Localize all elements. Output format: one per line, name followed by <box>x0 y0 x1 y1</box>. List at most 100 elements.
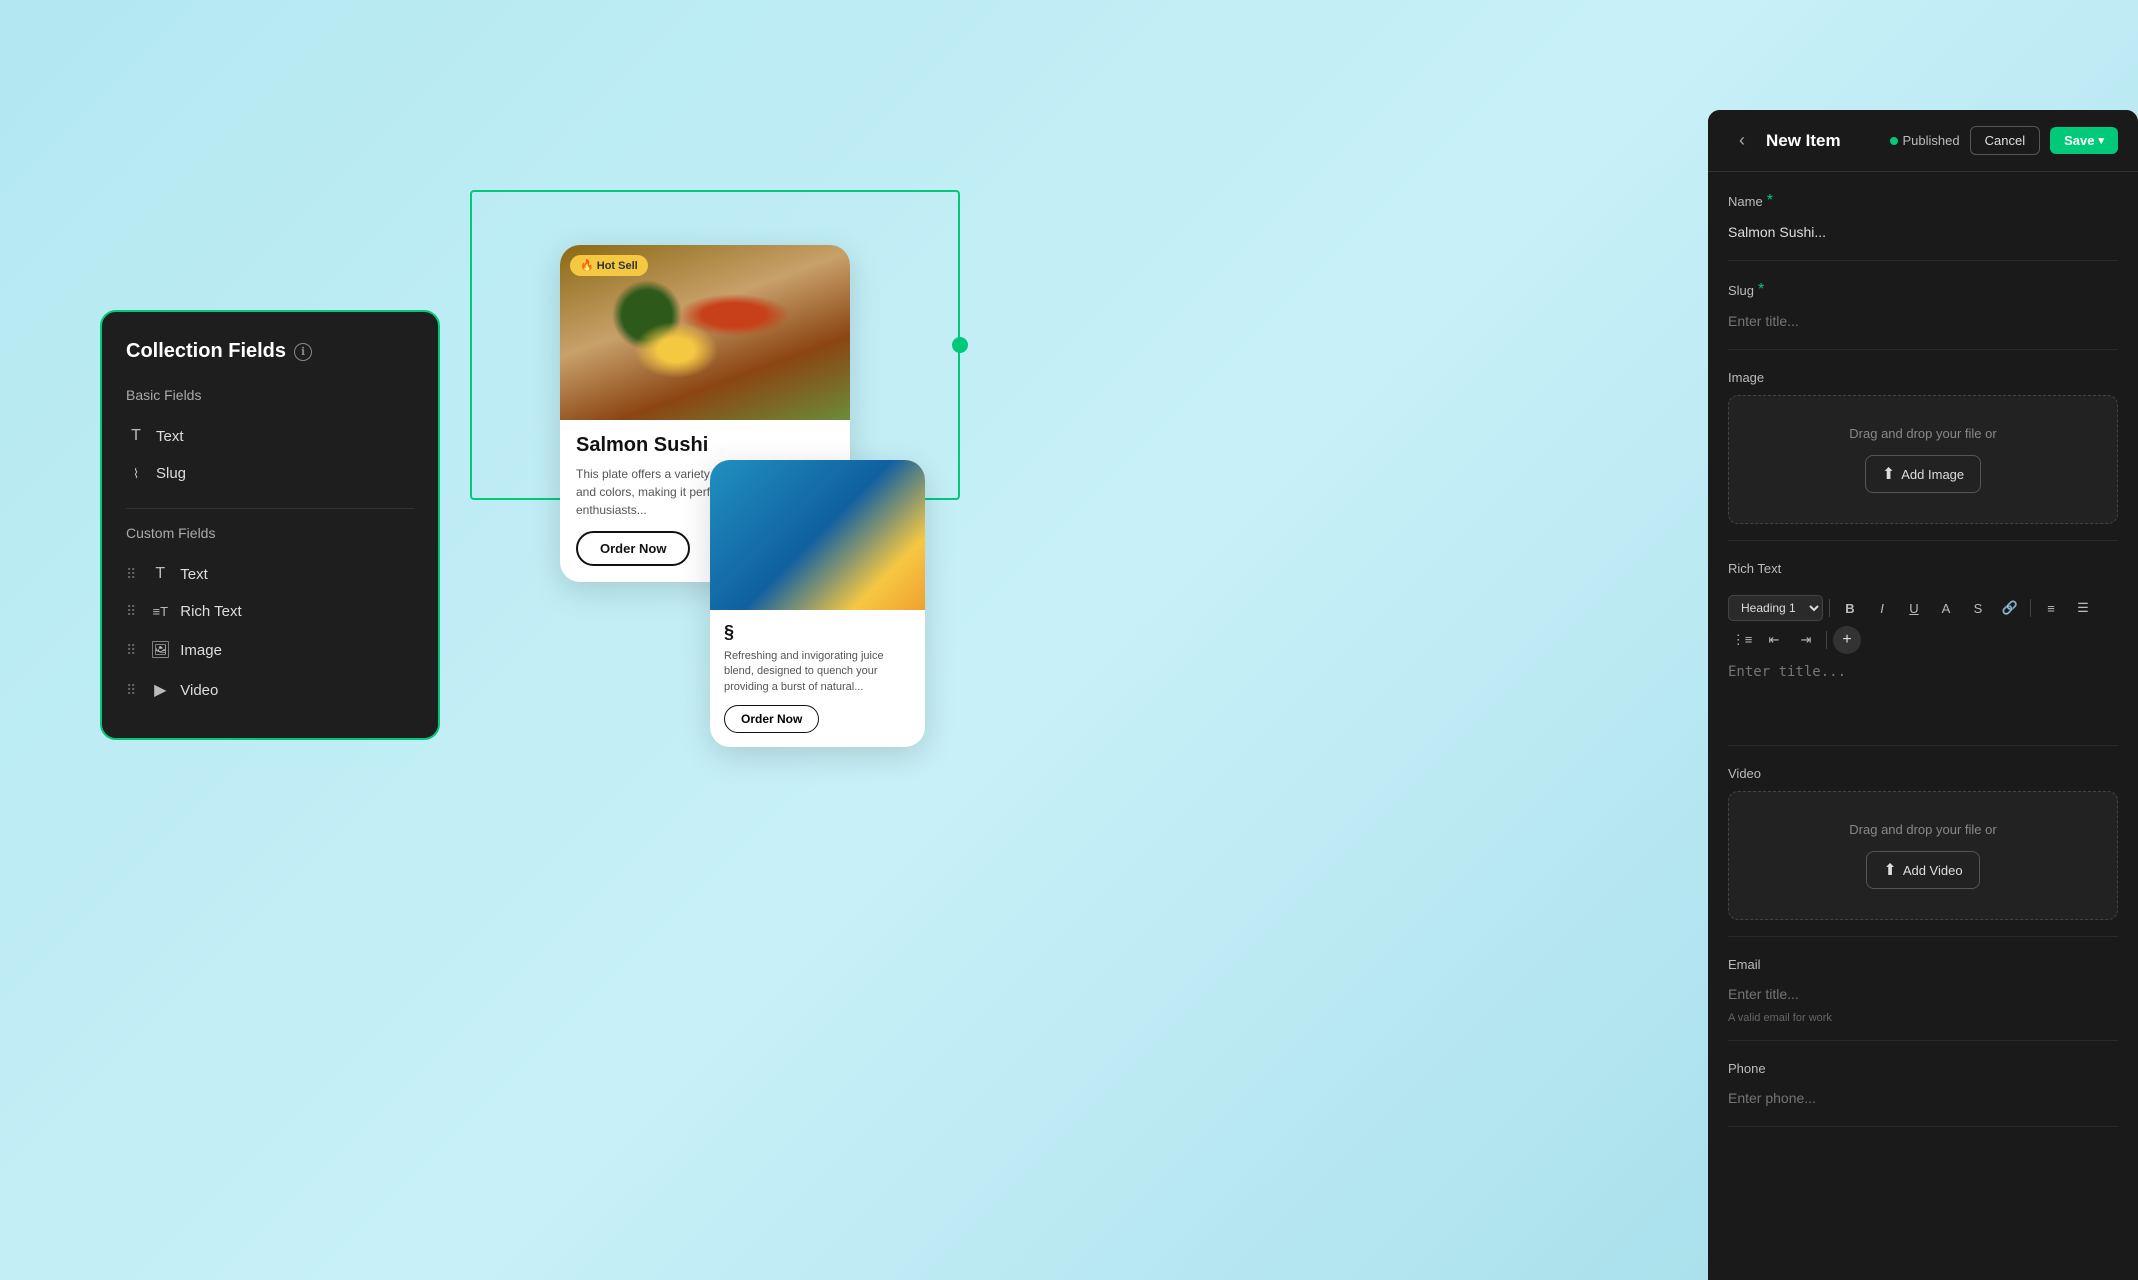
add-video-button[interactable]: ⬆ Add Video <box>1866 851 1979 889</box>
align-left-button[interactable]: ≡ <box>2037 594 2065 622</box>
custom-text-field[interactable]: ⠿ T Text <box>126 555 414 593</box>
text-icon: T <box>126 427 146 445</box>
heading-select[interactable]: Heading 1 Heading 2 Paragraph <box>1728 595 1823 621</box>
video-upload-text: Drag and drop your file or <box>1849 822 1996 837</box>
email-field-label: Email <box>1728 957 2118 972</box>
collection-panel-title: Collection Fields <box>126 340 286 363</box>
phone-field-section: Phone <box>1728 1041 2118 1127</box>
toolbar-divider-3 <box>1826 631 1827 649</box>
custom-richtext-field[interactable]: ⠿ ≡T Rich Text <box>126 593 414 630</box>
custom-text-label: Text <box>180 566 208 583</box>
sushi-card-title: Salmon Sushi <box>576 434 834 457</box>
video-upload-area: Drag and drop your file or ⬆ Add Video <box>1728 791 2118 920</box>
phone-input[interactable] <box>1728 1086 2118 1110</box>
juice-order-button[interactable]: Order Now <box>724 705 819 733</box>
video-upload-icon: ⬆ <box>1883 860 1896 880</box>
save-button[interactable]: Save ▾ <box>2050 127 2118 154</box>
toolbar-divider-1 <box>1829 599 1830 617</box>
email-field-section: Email A valid email for work <box>1728 937 2118 1041</box>
info-icon[interactable]: ℹ <box>294 343 312 361</box>
custom-richtext-icon: ≡T <box>150 604 170 619</box>
basic-fields-label: Basic Fields <box>126 387 414 403</box>
divider <box>126 508 414 509</box>
indent-decrease-button[interactable]: ⇤ <box>1760 626 1788 654</box>
custom-text-icon: T <box>150 565 170 583</box>
sushi-order-button[interactable]: Order Now <box>576 531 690 566</box>
cancel-button[interactable]: Cancel <box>1970 126 2040 155</box>
custom-richtext-label: Rich Text <box>180 603 241 620</box>
color-button[interactable]: A <box>1932 594 1960 622</box>
underline-button[interactable]: U <box>1900 594 1928 622</box>
add-image-button[interactable]: ⬆ Add Image <box>1865 455 1981 493</box>
name-input[interactable] <box>1728 220 2118 244</box>
add-image-label: Add Image <box>1901 467 1964 482</box>
basic-slug-label: Slug <box>156 465 186 482</box>
juice-card-description: Refreshing and invigorating juice blend,… <box>724 649 911 695</box>
basic-text-field: T Text <box>126 417 414 455</box>
slug-input[interactable] <box>1728 309 2118 333</box>
video-icon: ▶ <box>150 680 170 700</box>
name-field-section: Name * <box>1728 172 2118 261</box>
ordered-list-button[interactable]: ⋮≡ <box>1728 626 1756 654</box>
custom-image-field[interactable]: ⠿ 🖼 Image <box>126 630 414 670</box>
save-label: Save <box>2064 133 2094 148</box>
published-badge: Published <box>1890 133 1960 148</box>
italic-button[interactable]: I <box>1868 594 1896 622</box>
sushi-card-image: 🔥 Hot Sell <box>560 245 850 420</box>
custom-fields-label: Custom Fields <box>126 525 414 541</box>
email-input[interactable] <box>1728 982 2118 1006</box>
collection-fields-panel: Collection Fields ℹ Basic Fields T Text … <box>100 310 440 740</box>
custom-video-field[interactable]: ⠿ ▶ Video <box>126 670 414 710</box>
save-dropdown-arrow: ▾ <box>2098 134 2104 147</box>
upload-icon: ⬆ <box>1882 464 1895 484</box>
slug-required: * <box>1758 281 1764 299</box>
video-field-section: Video Drag and drop your file or ⬆ Add V… <box>1728 746 2118 937</box>
name-required: * <box>1767 192 1773 210</box>
basic-text-label: Text <box>156 428 184 445</box>
richtext-field-section: Rich Text Heading 1 Heading 2 Paragraph … <box>1728 541 2118 746</box>
toolbar-divider-2 <box>2030 599 2031 617</box>
strikethrough-button[interactable]: S <box>1964 594 1992 622</box>
drag-handle-video: ⠿ <box>126 682 136 699</box>
published-label: Published <box>1903 133 1960 148</box>
right-panel: ‹ New Item Published Cancel Save ▾ Name … <box>1708 110 2138 1280</box>
bold-button[interactable]: B <box>1836 594 1864 622</box>
slug-field-section: Slug * <box>1728 261 2118 350</box>
drag-handle-richtext: ⠿ <box>126 603 136 620</box>
back-button[interactable]: ‹ <box>1728 127 1756 155</box>
custom-image-label: Image <box>180 642 222 659</box>
add-video-label: Add Video <box>1903 863 1963 878</box>
image-field-section: Image Drag and drop your file or ⬆ Add I… <box>1728 350 2118 541</box>
richtext-toolbar: Heading 1 Heading 2 Paragraph B I U A S … <box>1728 586 2118 664</box>
richtext-field-label: Rich Text <box>1728 561 2118 576</box>
add-block-button[interactable]: + <box>1833 626 1861 654</box>
indent-increase-button[interactable]: ⇥ <box>1792 626 1820 654</box>
image-upload-area: Drag and drop your file or ⬆ Add Image <box>1728 395 2118 524</box>
juice-card-image <box>710 460 925 610</box>
right-panel-content: Name * Slug * Image Drag and drop your f… <box>1708 172 2138 1127</box>
collection-panel-header: Collection Fields ℹ <box>126 340 414 363</box>
juice-card-title: § <box>724 622 911 643</box>
right-panel-header: ‹ New Item Published Cancel Save ▾ <box>1708 110 2138 172</box>
unordered-list-button[interactable]: ☰ <box>2069 594 2097 622</box>
richtext-input[interactable] <box>1728 664 2118 724</box>
image-field-label: Image <box>1728 370 2118 385</box>
basic-slug-field: ⌇ Slug <box>126 455 414 492</box>
custom-video-label: Video <box>180 682 218 699</box>
juice-card-body: § Refreshing and invigorating juice blen… <box>710 610 925 747</box>
published-dot <box>1890 137 1898 145</box>
slug-field-label: Slug * <box>1728 281 2118 299</box>
hot-badge: 🔥 Hot Sell <box>570 255 648 276</box>
phone-field-label: Phone <box>1728 1061 2118 1076</box>
juice-product-card: § Refreshing and invigorating juice blen… <box>710 460 925 747</box>
email-helper-text: A valid email for work <box>1728 1012 2118 1024</box>
video-field-label: Video <box>1728 766 2118 781</box>
connection-dot-right <box>952 337 968 353</box>
panel-title: New Item <box>1766 131 1880 151</box>
drag-handle-text: ⠿ <box>126 566 136 583</box>
image-upload-text: Drag and drop your file or <box>1849 426 1996 441</box>
name-field-label: Name * <box>1728 192 2118 210</box>
slug-icon: ⌇ <box>126 466 146 482</box>
link-button[interactable]: 🔗 <box>1996 594 2024 622</box>
drag-handle-image: ⠿ <box>126 642 136 659</box>
